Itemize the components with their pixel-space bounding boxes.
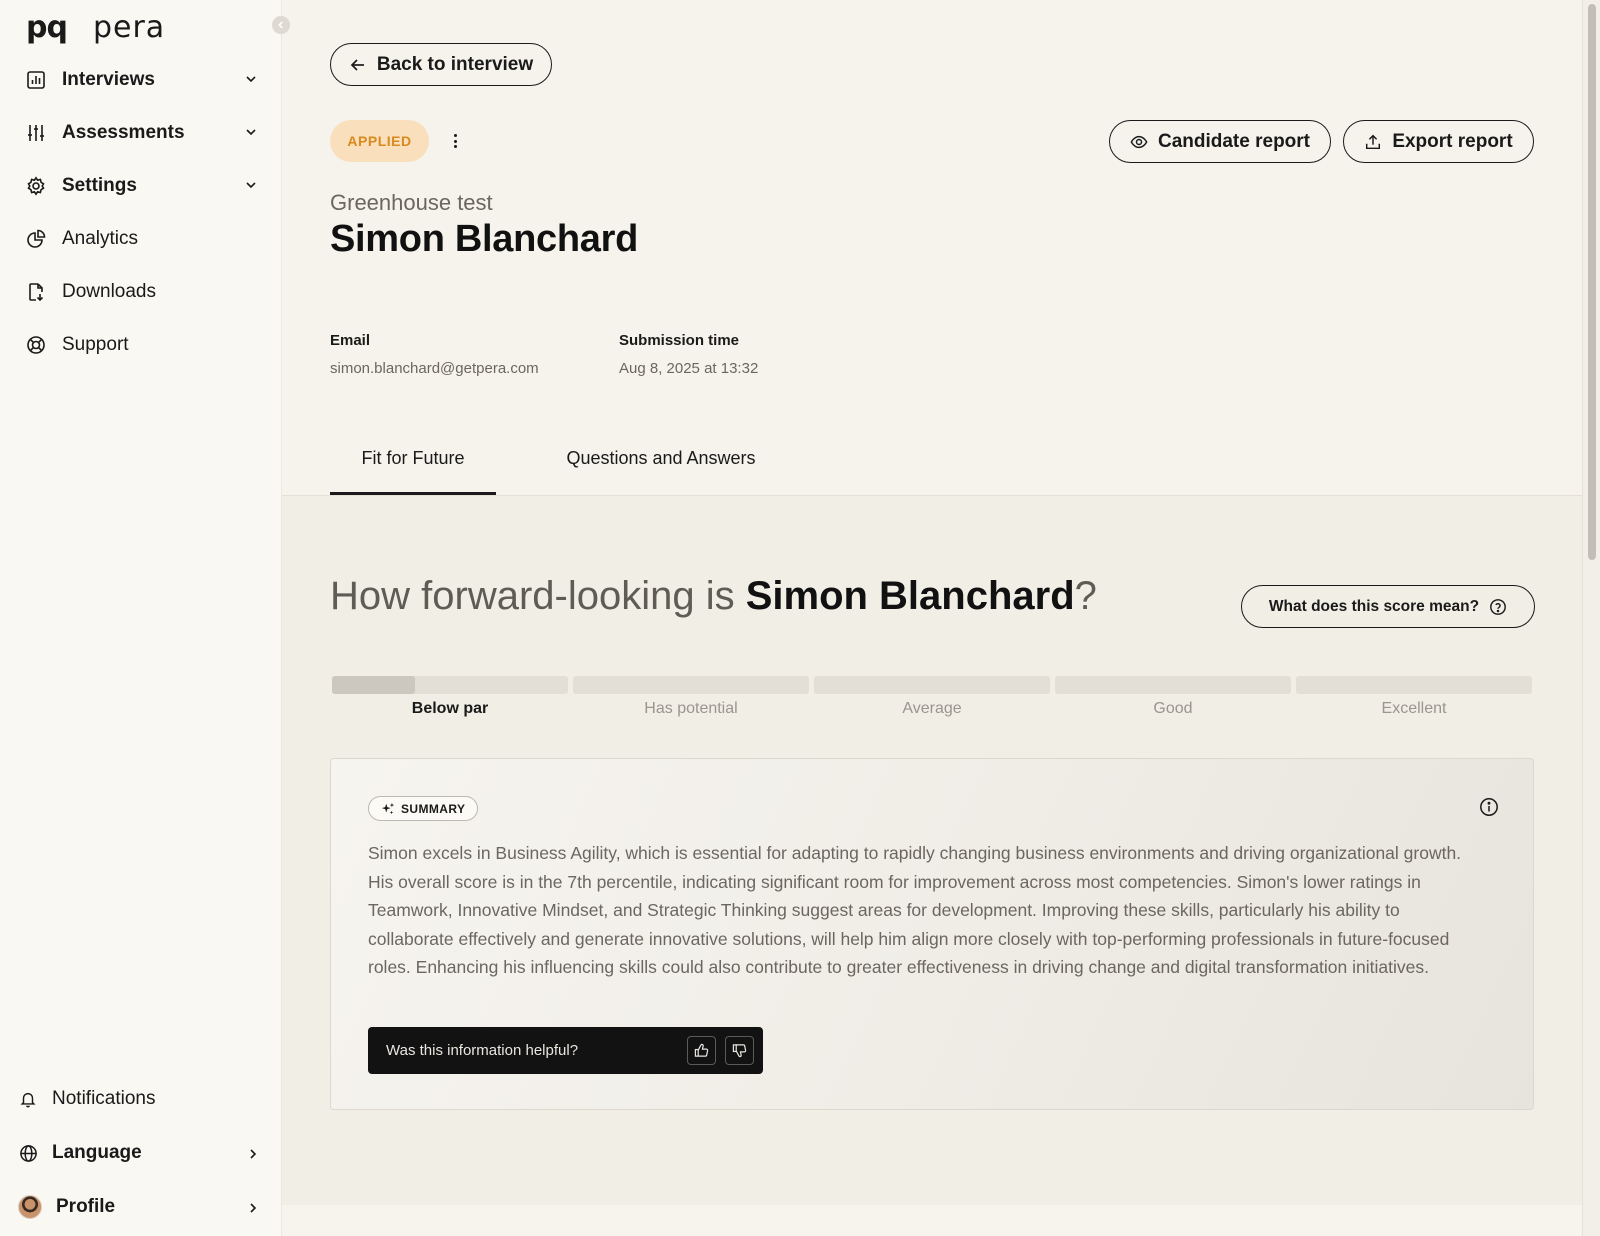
chevron-down-icon [244,176,258,190]
chevron-right-icon [246,1145,260,1159]
chevron-down-icon [244,123,258,137]
upload-icon [1366,134,1381,149]
candidate-report-label: Candidate report [1157,130,1311,152]
logo[interactable]: pq pera [26,10,165,45]
logo-wordmark: pera [92,10,166,45]
sidebar-item-label: Notifications [52,1088,156,1109]
score-segment-below-par [332,676,568,694]
tab-label: Fit for Future [361,448,465,468]
sidebar-item-label: Interviews [62,69,155,90]
sparkles-icon [381,802,395,814]
gear-icon [26,176,46,196]
score-segment-average [814,676,1050,694]
export-report-button[interactable]: Export report [1343,120,1534,163]
feedback-bar: Was this information helpful? [368,1027,763,1074]
score-meaning-button[interactable]: What does this score mean? [1241,585,1535,628]
more-options-icon[interactable] [449,130,461,152]
thumbs-down-icon [732,1044,747,1058]
tab-questions-and-answers[interactable]: Questions and Answers [547,448,775,495]
sidebar-item-label: Assessments [62,122,185,143]
sidebar-item-label: Downloads [62,281,156,302]
sidebar-item-label: Language [52,1142,142,1163]
email-label: Email [330,332,371,349]
back-label: Back to interview [376,53,534,75]
score-level-label: Good [1153,700,1193,717]
question-prefix: How forward-looking is [330,574,746,618]
file-download-icon [26,282,46,302]
sliders-icon [26,123,46,143]
tab-label: Questions and Answers [566,448,756,468]
score-segment-excellent [1296,676,1532,694]
avatar [18,1195,42,1219]
thumbs-up-button[interactable] [687,1036,716,1065]
sidebar: pq pera Interviews Assessments Settings [0,0,282,1236]
email-value: simon.blanchard@getpera.com [330,360,539,377]
score-level-label: Excellent [1381,700,1447,717]
export-report-label: Export report [1392,130,1513,152]
score-segment-good [1055,676,1291,694]
feedback-prompt: Was this information helpful? [386,1042,579,1059]
sidebar-item-notifications[interactable]: Notifications [18,1079,266,1119]
sidebar-item-assessments[interactable]: Assessments [26,113,266,153]
score-level-label: Below par [411,700,489,717]
globe-icon [18,1143,38,1163]
sidebar-item-language[interactable]: Language [18,1133,266,1173]
sidebar-item-profile[interactable]: Profile [18,1187,266,1227]
footer-strip [282,1205,1582,1236]
logo-mark: pq [26,10,68,45]
question-name: Simon Blanchard [745,574,1075,618]
scrollbar-thumb[interactable] [1588,4,1596,560]
sidebar-item-label: Profile [56,1196,116,1217]
submission-time-label: Submission time [619,332,740,349]
collapse-sidebar-button[interactable] [272,16,290,34]
sidebar-item-downloads[interactable]: Downloads [26,272,266,312]
summary-text: Simon excels in Business Agility, which … [368,843,1462,977]
candidate-report-button[interactable]: Candidate report [1109,120,1331,163]
sidebar-item-analytics[interactable]: Analytics [26,219,266,259]
sidebar-item-settings[interactable]: Settings [26,166,266,206]
summary-chip: SUMMARY [368,796,479,821]
chevron-down-icon [244,70,258,84]
score-level-label: Average [902,700,962,717]
interview-name: Greenhouse test [330,190,493,215]
page-scrollbar[interactable] [1582,0,1600,1236]
thumbs-up-icon [694,1043,709,1057]
score-indicator [332,676,415,694]
candidate-header: Back to interview APPLIED Candidate repo… [282,0,1582,495]
candidate-name: Simon Blanchard [330,218,638,260]
sidebar-item-label: Settings [62,175,137,196]
thumbs-down-button[interactable] [725,1036,754,1065]
summary-card: SUMMARY Simon excels in Business Agility… [330,758,1534,1110]
bar-chart-icon [26,70,46,90]
sidebar-item-label: Analytics [62,228,139,249]
score-meaning-label: What does this score mean? [1268,597,1480,615]
summary-chip-label: SUMMARY [401,801,466,816]
status-badge: APPLIED [330,120,429,162]
main-content: Back to interview APPLIED Candidate repo… [282,0,1582,1236]
sidebar-item-label: Support [62,334,129,355]
question-suffix: ? [1074,574,1097,618]
help-circle-icon [1490,598,1506,615]
sidebar-item-support[interactable]: Support [26,325,266,365]
lifebuoy-icon [26,335,46,355]
arrow-left-icon [350,58,364,71]
score-question: How forward-looking is Simon Blanchard? [330,574,1097,619]
bell-icon [18,1089,38,1109]
pie-chart-icon [26,229,46,249]
score-segment-has-potential [573,676,809,694]
score-level-label: Has potential [644,700,738,717]
submission-time-value: Aug 8, 2025 at 13:32 [619,360,759,377]
back-to-interview-button[interactable]: Back to interview [330,43,552,86]
sidebar-item-interviews[interactable]: Interviews [26,60,266,100]
eye-icon [1130,135,1148,148]
info-icon[interactable] [1479,797,1499,817]
chevron-right-icon [246,1199,260,1213]
tab-fit-for-future[interactable]: Fit for Future [330,448,496,495]
